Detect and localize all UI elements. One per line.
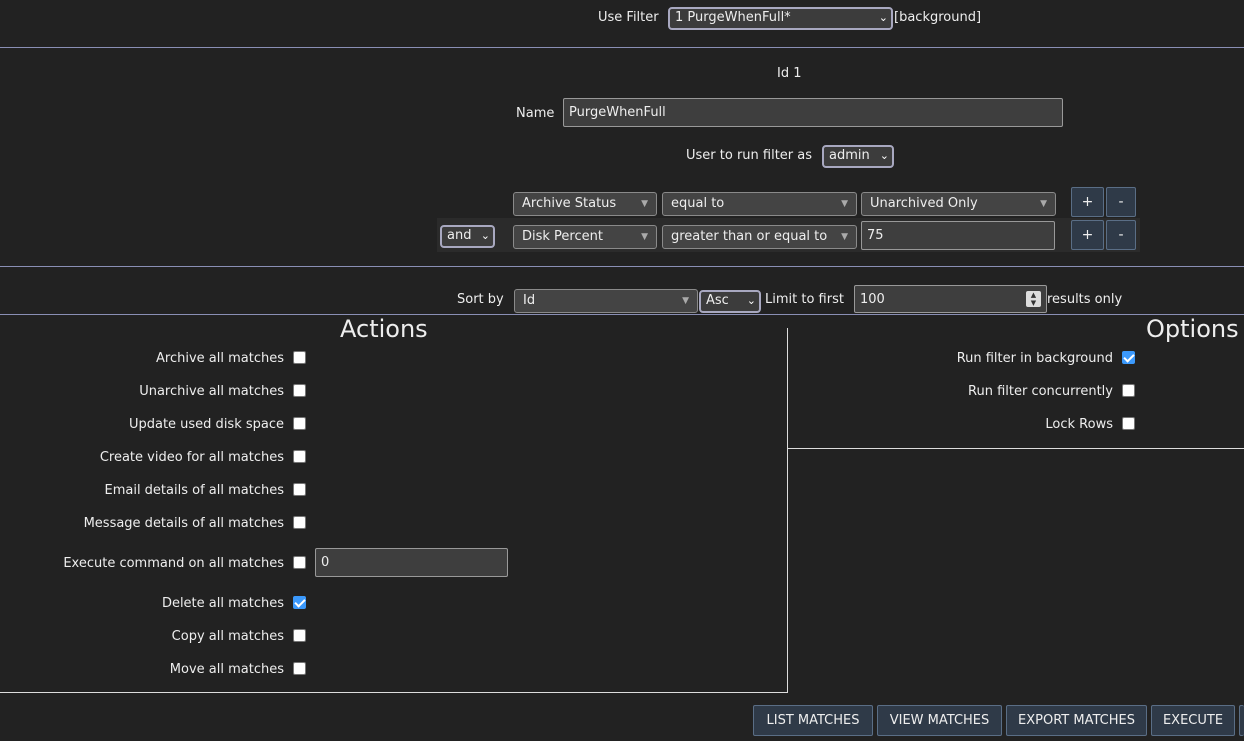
action-label: Update used disk space bbox=[128, 417, 284, 432]
action-label: Unarchive all matches bbox=[139, 384, 284, 399]
user-label: User to run filter as bbox=[686, 148, 813, 163]
run-in-background-checkbox[interactable] bbox=[1122, 351, 1135, 364]
action-label: Copy all matches bbox=[171, 629, 284, 644]
limit-input[interactable]: 100 ▲ ▼ bbox=[854, 285, 1047, 313]
sort-field-value: Id bbox=[523, 293, 536, 308]
action-label: Execute command on all matches bbox=[63, 556, 284, 571]
action-label: Delete all matches bbox=[161, 596, 284, 611]
background-tag: [background] bbox=[894, 10, 982, 25]
action-label: Archive all matches bbox=[156, 351, 284, 366]
sort-by-label: Sort by bbox=[457, 292, 504, 307]
caret-down-icon: ▼ bbox=[841, 232, 848, 242]
use-filter-label: Use Filter bbox=[598, 10, 659, 25]
user-select-value: admin bbox=[829, 148, 870, 163]
action-label: Email details of all matches bbox=[104, 483, 284, 498]
term-value-input[interactable]: 75 bbox=[861, 221, 1055, 250]
name-input[interactable]: PurgeWhenFull bbox=[563, 98, 1063, 127]
user-select[interactable]: admin ⌄ bbox=[822, 145, 894, 168]
term-operator-value: greater than or equal to bbox=[671, 229, 828, 244]
run-concurrently-checkbox[interactable] bbox=[1122, 384, 1135, 397]
execute-command-input[interactable]: 0 bbox=[315, 548, 508, 577]
term-conjunction-value: and bbox=[447, 228, 472, 243]
option-label: Run filter concurrently bbox=[968, 384, 1113, 399]
term-operator-select[interactable]: greater than or equal to ▼ bbox=[662, 225, 857, 249]
term-operator-select[interactable]: equal to ▼ bbox=[662, 192, 857, 216]
caret-down-icon: ▼ bbox=[641, 232, 648, 242]
chevron-down-icon: ⌄ bbox=[480, 229, 490, 242]
actions-bottom-border bbox=[0, 692, 788, 693]
add-term-button[interactable]: + bbox=[1071, 187, 1104, 217]
term-conjunction-select[interactable]: and ⌄ bbox=[440, 225, 495, 248]
email-details-checkbox[interactable] bbox=[293, 483, 306, 496]
divider bbox=[0, 266, 1244, 267]
term-attribute-value: Disk Percent bbox=[522, 229, 603, 244]
update-disk-space-checkbox[interactable] bbox=[293, 417, 306, 430]
limit-label: Limit to first bbox=[765, 292, 844, 307]
action-label: Create video for all matches bbox=[99, 450, 284, 465]
divider bbox=[0, 47, 1244, 48]
list-matches-button[interactable]: LIST MATCHES bbox=[753, 705, 873, 736]
overflow-button-edge[interactable] bbox=[1239, 705, 1244, 736]
term-attribute-select[interactable]: Disk Percent ▼ bbox=[513, 225, 657, 249]
remove-term-button[interactable]: - bbox=[1106, 187, 1136, 217]
chevron-down-icon: ⌄ bbox=[746, 294, 756, 307]
term-attribute-value: Archive Status bbox=[522, 196, 617, 211]
caret-down-icon: ▼ bbox=[641, 199, 648, 209]
copy-checkbox[interactable] bbox=[293, 629, 306, 642]
remove-term-button[interactable]: - bbox=[1106, 220, 1136, 250]
message-details-checkbox[interactable] bbox=[293, 516, 306, 529]
execute-command-value: 0 bbox=[321, 555, 330, 570]
options-bottom-border bbox=[788, 448, 1244, 449]
unarchive-checkbox[interactable] bbox=[293, 384, 306, 397]
filter-select-value: 1 PurgeWhenFull* bbox=[675, 10, 791, 25]
add-term-button[interactable]: + bbox=[1071, 220, 1104, 250]
term-value-input-value: 75 bbox=[867, 228, 884, 243]
view-matches-button[interactable]: VIEW MATCHES bbox=[877, 705, 1002, 736]
export-matches-button[interactable]: EXPORT MATCHES bbox=[1006, 705, 1147, 736]
option-label: Lock Rows bbox=[1045, 417, 1113, 432]
limit-input-value: 100 bbox=[860, 292, 885, 307]
filter-select[interactable]: 1 PurgeWhenFull* ⌄ bbox=[668, 7, 893, 30]
action-label: Move all matches bbox=[169, 662, 284, 677]
filter-id: Id 1 bbox=[777, 66, 802, 81]
execute-button[interactable]: EXECUTE bbox=[1151, 705, 1235, 736]
name-input-value: PurgeWhenFull bbox=[569, 105, 666, 120]
sort-field-select[interactable]: Id ▼ bbox=[514, 289, 698, 313]
delete-checkbox[interactable] bbox=[293, 596, 306, 609]
move-checkbox[interactable] bbox=[293, 662, 306, 675]
options-heading: Options bbox=[1146, 315, 1239, 343]
term-value-select[interactable]: Unarchived Only ▼ bbox=[861, 192, 1056, 216]
sort-direction-value: Asc bbox=[706, 293, 729, 308]
option-label: Run filter in background bbox=[956, 351, 1113, 366]
execute-command-checkbox[interactable] bbox=[293, 556, 306, 569]
sort-direction-select[interactable]: Asc ⌄ bbox=[699, 290, 761, 313]
archive-checkbox[interactable] bbox=[293, 351, 306, 364]
results-only-label: results only bbox=[1047, 292, 1123, 307]
caret-down-icon: ▼ bbox=[841, 199, 848, 209]
divider bbox=[0, 314, 1244, 315]
term-operator-value: equal to bbox=[671, 196, 725, 211]
chevron-down-icon: ⌄ bbox=[878, 11, 888, 24]
name-label: Name bbox=[516, 106, 555, 121]
chevron-down-icon: ⌄ bbox=[879, 149, 889, 162]
actions-heading: Actions bbox=[340, 315, 428, 343]
number-spinner-icon[interactable]: ▲ ▼ bbox=[1026, 291, 1041, 307]
term-value-value: Unarchived Only bbox=[870, 196, 978, 211]
panel-divider bbox=[787, 328, 788, 693]
caret-down-icon: ▼ bbox=[682, 296, 689, 306]
caret-down-icon: ▼ bbox=[1040, 199, 1047, 209]
lock-rows-checkbox[interactable] bbox=[1122, 417, 1135, 430]
action-label: Message details of all matches bbox=[83, 516, 284, 531]
term-attribute-select[interactable]: Archive Status ▼ bbox=[513, 192, 657, 216]
create-video-checkbox[interactable] bbox=[293, 450, 306, 463]
